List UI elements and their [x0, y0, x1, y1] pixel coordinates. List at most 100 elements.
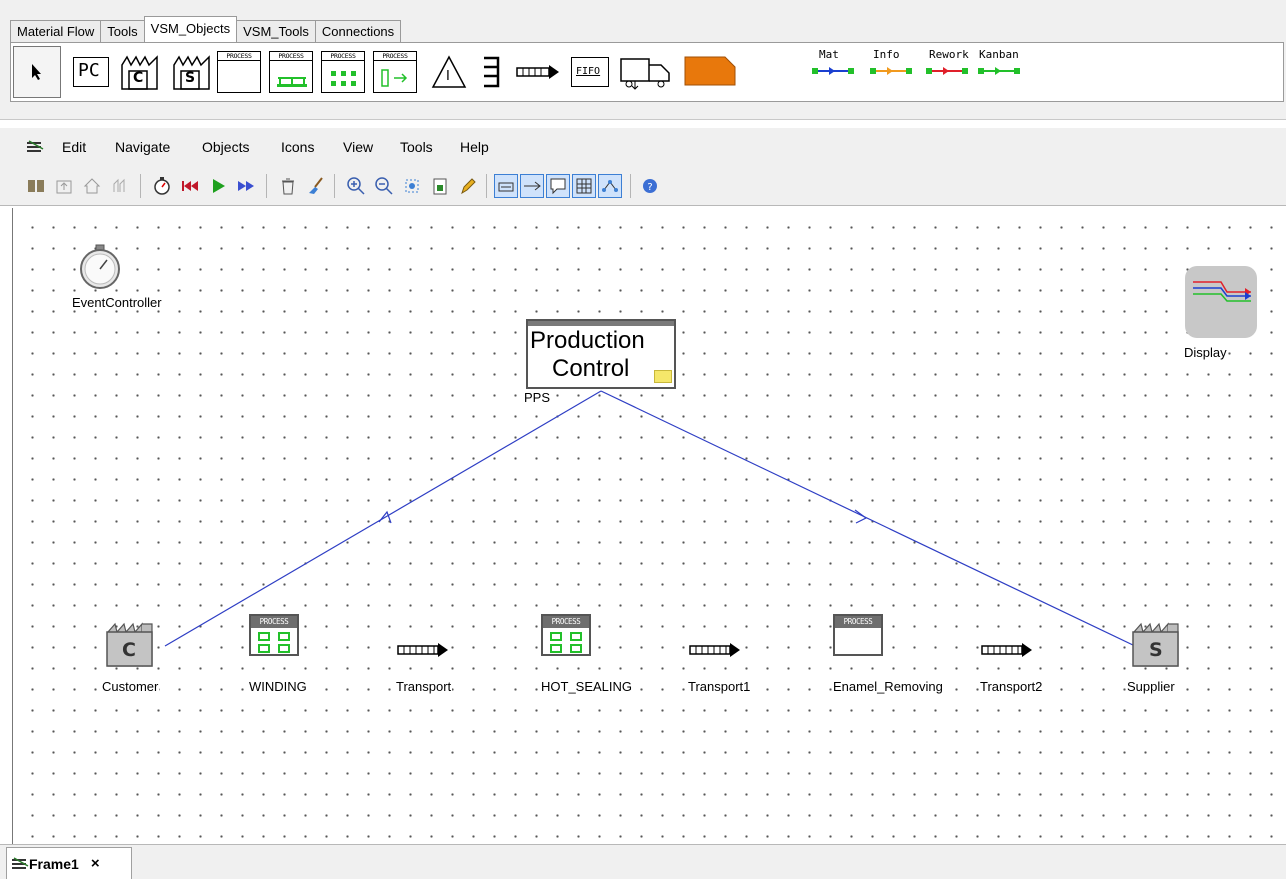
- step-button[interactable]: [234, 174, 258, 198]
- menu-objects[interactable]: Objects: [202, 139, 249, 155]
- legend-info-label: Info: [873, 48, 900, 61]
- edit-button[interactable]: [456, 174, 480, 198]
- up-level-button[interactable]: [52, 174, 76, 198]
- supermarket-tool[interactable]: [481, 55, 503, 89]
- menu-view[interactable]: View: [343, 139, 373, 155]
- model-canvas[interactable]: EventController Display Production Contr…: [12, 208, 1286, 844]
- explorer-icon: [28, 180, 44, 192]
- up-level-icon: [56, 180, 72, 194]
- production-control-node[interactable]: Production Control: [526, 319, 676, 389]
- toolbar-separator: [630, 174, 631, 198]
- inventory-tool[interactable]: I: [431, 55, 467, 89]
- close-icon[interactable]: ×: [91, 855, 100, 872]
- clean-button[interactable]: [304, 174, 328, 198]
- data-box-tool[interactable]: [683, 55, 737, 87]
- reset-button[interactable]: [178, 174, 202, 198]
- customer-node[interactable]: C: [105, 620, 153, 667]
- supplier-tool[interactable]: S: [171, 53, 215, 91]
- push-arrow-tool[interactable]: [515, 63, 563, 81]
- transport1-push-arrow-icon[interactable]: [689, 642, 745, 658]
- pps-to-supplier-line[interactable]: [600, 390, 1136, 647]
- menu-icons[interactable]: Icons: [281, 139, 314, 155]
- display-node[interactable]: [1185, 266, 1257, 338]
- customer-tool[interactable]: C: [119, 53, 163, 91]
- frame-toggle-icon: [498, 182, 514, 192]
- frame-tab-title: Frame1: [29, 855, 79, 872]
- supermarket-icon: [484, 56, 500, 88]
- start-button[interactable]: [206, 174, 230, 198]
- supplier-letter: S: [1149, 639, 1163, 661]
- tab-vsm-tools[interactable]: VSM_Tools: [236, 20, 316, 42]
- explorer-button[interactable]: [24, 174, 48, 198]
- pps-label: PPS: [523, 390, 552, 405]
- legend-mat[interactable]: Mat: [819, 48, 839, 61]
- zoom-in-button[interactable]: [344, 174, 368, 198]
- rework-connector-icon: [926, 67, 968, 75]
- clipboard-icon: [433, 178, 447, 195]
- menu-navigate[interactable]: Navigate: [115, 139, 170, 155]
- tab-vsm-objects[interactable]: VSM_Objects: [143, 16, 238, 42]
- legend-rework[interactable]: Rework: [929, 48, 969, 61]
- menu-edit[interactable]: Edit: [62, 139, 86, 155]
- process-multi-tool[interactable]: PROCESS: [321, 51, 365, 93]
- model-button[interactable]: [108, 174, 132, 198]
- event-controller-button[interactable]: [150, 174, 174, 198]
- transport2-push-arrow-icon[interactable]: [981, 642, 1037, 658]
- grid-toggle-button[interactable]: [572, 174, 596, 198]
- tab-tools[interactable]: Tools: [100, 20, 145, 42]
- enamel-removing-process-header: PROCESS: [835, 616, 881, 628]
- tab-material-flow[interactable]: Material Flow: [10, 20, 102, 42]
- event-controller-node[interactable]: [77, 244, 123, 290]
- network-toggle-button[interactable]: [598, 174, 622, 198]
- svg-text:?: ?: [647, 182, 652, 193]
- play-icon: [213, 179, 225, 193]
- connector-toggle-button[interactable]: [520, 174, 544, 198]
- fifo-tool[interactable]: FIFO: [571, 57, 609, 87]
- frame-tab[interactable]: Frame1 ×: [6, 847, 132, 879]
- home-button[interactable]: [80, 174, 104, 198]
- frame-tab-bar: Frame1 ×: [0, 844, 1286, 879]
- tab-connections[interactable]: Connections: [314, 20, 402, 42]
- zoom-in-icon: [347, 177, 365, 195]
- data-box-icon: [684, 56, 736, 86]
- supplier-node[interactable]: S: [1131, 620, 1179, 667]
- reset-icon: [182, 181, 198, 191]
- process-assembly-caption: PROCESS: [374, 52, 416, 61]
- legend-rework-label: Rework: [929, 48, 969, 61]
- delete-button[interactable]: [276, 174, 300, 198]
- stopwatch-icon: [154, 177, 170, 195]
- process-parallel-caption: PROCESS: [270, 52, 312, 61]
- legend-kanban[interactable]: Kanban: [979, 48, 1019, 61]
- menu-help[interactable]: Help: [460, 139, 489, 155]
- enamel-removing-process-node[interactable]: PROCESS: [833, 614, 883, 656]
- process-parallel-tool[interactable]: PROCESS: [269, 51, 313, 93]
- pps-to-customer-line[interactable]: [164, 390, 602, 647]
- pointer-tool[interactable]: [13, 46, 61, 98]
- winding-label: WINDING: [248, 679, 308, 694]
- hot-sealing-process-node[interactable]: PROCESS: [541, 614, 591, 656]
- pc-title-line1: Production: [530, 327, 645, 354]
- customer-letter: C: [122, 639, 136, 661]
- pc-title-line2: Control: [552, 355, 630, 382]
- network-icon: [602, 180, 618, 192]
- process-assembly-tool[interactable]: PROCESS: [373, 51, 417, 93]
- frame-menu-icon[interactable]: [25, 139, 45, 155]
- toolbar-separator: [334, 174, 335, 198]
- snapshot-button[interactable]: [428, 174, 452, 198]
- production-control-tool[interactable]: PC: [73, 57, 109, 87]
- legend-info[interactable]: Info: [873, 48, 900, 61]
- winding-process-node[interactable]: PROCESS: [249, 614, 299, 656]
- fit-button[interactable]: [400, 174, 424, 198]
- menu-tools[interactable]: Tools: [400, 139, 433, 155]
- trash-icon: [282, 178, 294, 195]
- menu-bar: [0, 128, 1286, 166]
- frame-toggle-button[interactable]: [494, 174, 518, 198]
- help-button[interactable]: ?: [638, 174, 662, 198]
- transport-push-arrow-icon[interactable]: [397, 642, 453, 658]
- process-tool[interactable]: PROCESS: [217, 51, 261, 93]
- multi-station-icon: [258, 632, 292, 654]
- shipment-tool[interactable]: [619, 53, 675, 91]
- comment-toggle-button[interactable]: [546, 174, 570, 198]
- enamel-removing-label: Enamel_Removing: [832, 679, 944, 694]
- zoom-out-button[interactable]: [372, 174, 396, 198]
